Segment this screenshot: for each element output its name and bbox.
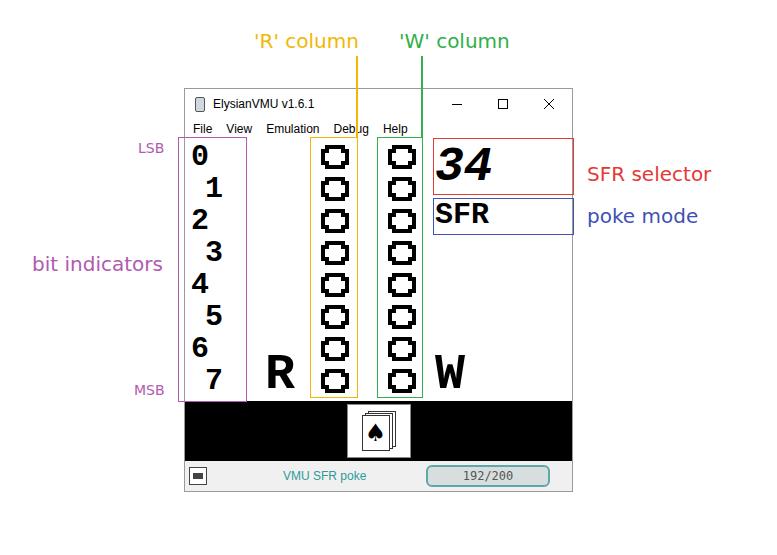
msb-label: MSB bbox=[134, 380, 165, 401]
write-bit-icon bbox=[388, 337, 416, 361]
bit-label: 1 bbox=[187, 173, 247, 205]
write-bit-icon bbox=[388, 241, 416, 265]
write-bit-icon bbox=[388, 305, 416, 329]
w-column-pointer bbox=[421, 56, 423, 138]
sfr-selector[interactable]: 34 bbox=[435, 139, 572, 195]
bit-label: 7 bbox=[187, 365, 247, 397]
read-bit-icon bbox=[321, 209, 349, 233]
title-bar: ElysianVMU v1.6.1 bbox=[185, 89, 572, 119]
poke-mode-label: poke mode bbox=[587, 201, 698, 231]
bit-label: 5 bbox=[187, 301, 247, 333]
r-column-box bbox=[310, 137, 358, 398]
read-bit-icon bbox=[321, 273, 349, 297]
page: 'R' column 'W' column LSB MSB bit indicators… bbox=[0, 0, 777, 555]
write-bit-icon bbox=[388, 209, 416, 233]
poke-mode: SFR bbox=[435, 195, 572, 235]
status-bar: VMU SFR poke 192/200 bbox=[185, 461, 572, 491]
read-bit-icon bbox=[321, 177, 349, 201]
menu-item[interactable]: View bbox=[226, 120, 252, 138]
read-bit-icon bbox=[321, 369, 349, 393]
read-bit-icon bbox=[321, 337, 349, 361]
bit-label: 4 bbox=[187, 269, 247, 301]
write-bit-icon bbox=[388, 369, 416, 393]
menu-item[interactable]: Debug bbox=[334, 120, 369, 138]
vmu-icon bbox=[189, 467, 207, 485]
bit-label: 0 bbox=[187, 141, 247, 173]
menu-item[interactable]: Help bbox=[383, 120, 408, 138]
status-counter: 192/200 bbox=[426, 465, 550, 487]
w-column-box bbox=[377, 137, 423, 398]
write-column bbox=[379, 139, 425, 401]
menu-bar: File View Emulation Debug Help bbox=[185, 119, 572, 139]
write-bit-icon bbox=[388, 273, 416, 297]
window-title: ElysianVMU v1.6.1 bbox=[213, 95, 314, 113]
w-column-label: 'W' column bbox=[399, 26, 510, 56]
bit-label: 3 bbox=[187, 237, 247, 269]
poke-mode-box bbox=[433, 198, 574, 235]
lcd-icon-bar: ♠ bbox=[185, 401, 572, 461]
menu-item[interactable]: Emulation bbox=[266, 120, 319, 138]
bit-indicators-box bbox=[178, 137, 247, 402]
bit-indicators-label: bit indicators bbox=[32, 249, 163, 279]
minimize-icon[interactable] bbox=[434, 89, 480, 119]
bit-label: 6 bbox=[187, 333, 247, 365]
read-label: R bbox=[265, 349, 311, 401]
app-window: ElysianVMU v1.6.1File View Emulation Debug H… bbox=[184, 88, 573, 492]
card-icon: ♠ bbox=[347, 404, 411, 458]
bit-indicators: 01234567 bbox=[185, 139, 247, 401]
r-column-label: 'R' column bbox=[254, 26, 359, 56]
write-label: W bbox=[435, 349, 572, 401]
sfr-selector-box bbox=[433, 138, 574, 195]
menu-item[interactable]: File bbox=[193, 120, 212, 138]
lcd-screen: 01234567R34SFRW bbox=[185, 139, 572, 401]
lsb-label: LSB bbox=[138, 138, 164, 159]
write-bit-icon bbox=[388, 145, 416, 169]
read-column bbox=[311, 139, 359, 401]
r-column-pointer bbox=[356, 56, 358, 138]
bit-label: 2 bbox=[187, 205, 247, 237]
sfr-selector-label: SFR selector bbox=[587, 159, 711, 189]
close-icon[interactable] bbox=[526, 89, 572, 119]
write-bit-icon bbox=[388, 177, 416, 201]
read-bit-icon bbox=[321, 145, 349, 169]
status-mode: VMU SFR poke bbox=[283, 467, 366, 485]
app-icon bbox=[195, 97, 205, 112]
maximize-icon[interactable] bbox=[480, 89, 526, 119]
read-bit-icon bbox=[321, 241, 349, 265]
read-bit-icon bbox=[321, 305, 349, 329]
